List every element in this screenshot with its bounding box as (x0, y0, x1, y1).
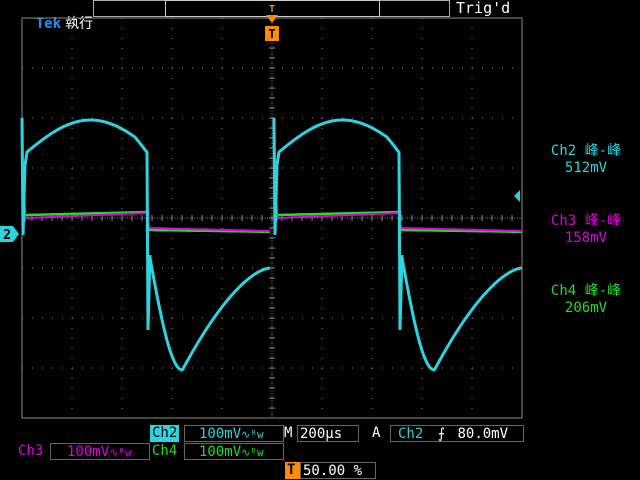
trigger-level: 80.0mV (457, 426, 509, 442)
oscilloscope-screen: Tek 執行 Trig'd T T 2 Ch2 峰-峰 512mV Ch3 峰-峰… (0, 0, 640, 480)
trigger-position[interactable]: 50.00 % (300, 462, 376, 479)
ch4-label[interactable]: Ch4 (152, 443, 177, 460)
ch3-label[interactable]: Ch3 (18, 443, 43, 460)
trigger-position-icon: T (285, 462, 300, 479)
ch3-scale[interactable]: 100mV∿ᴮw (50, 443, 150, 460)
measurement-ch3-label: Ch3 峰-峰 (550, 213, 622, 229)
measurement-ch4-label: Ch4 峰-峰 (550, 283, 622, 299)
ch2-ground-marker[interactable]: 2 (0, 226, 19, 243)
trigger-top-glyph: T (269, 4, 275, 15)
graticule-grid (21, 17, 523, 419)
measurement-ch4: Ch4 峰-峰 206mV (532, 283, 640, 317)
ch4-bw-icon: ∿ᴮw (241, 446, 264, 459)
trigger-settings[interactable]: Ch2 ⨍ 80.0mV (390, 425, 524, 442)
ch3-bw-icon: ∿ᴮw (109, 446, 132, 459)
ch2-marker-label: 2 (3, 228, 11, 243)
trigger-source: Ch2 (398, 426, 424, 442)
ch2-bw-icon: ∿ᴮw (241, 428, 264, 441)
ch2-scale[interactable]: 100mV∿ᴮw (184, 425, 284, 442)
measurement-ch3: Ch3 峰-峰 158mV (532, 213, 640, 247)
trigger-position-marker[interactable]: T T (265, 4, 279, 41)
ch4-scale-value: 100mV (199, 444, 242, 460)
measurement-ch2: Ch2 峰-峰 512mV (532, 143, 640, 177)
measurement-ch2-value: 512mV (564, 160, 608, 176)
ch2-scale-value: 100mV (199, 426, 242, 442)
measurement-ch2-label: Ch2 峰-峰 (550, 143, 622, 159)
measurement-ch3-value: 158mV (564, 230, 608, 246)
measurement-ch4-value: 206mV (564, 300, 608, 316)
trigger-marker-glyph: T (268, 27, 275, 41)
ch3-scale-value: 100mV (67, 444, 110, 460)
trigger-mode: A (372, 425, 381, 441)
trigger-slope-icon: ⨍ (437, 426, 446, 442)
ch2-label[interactable]: Ch2 (150, 425, 180, 442)
trigger-level-marker[interactable] (514, 190, 520, 202)
timebase-label: M (284, 425, 293, 441)
ch4-scale[interactable]: 100mV∿ᴮw (184, 443, 284, 460)
timebase-value[interactable]: 200µs (297, 425, 359, 442)
